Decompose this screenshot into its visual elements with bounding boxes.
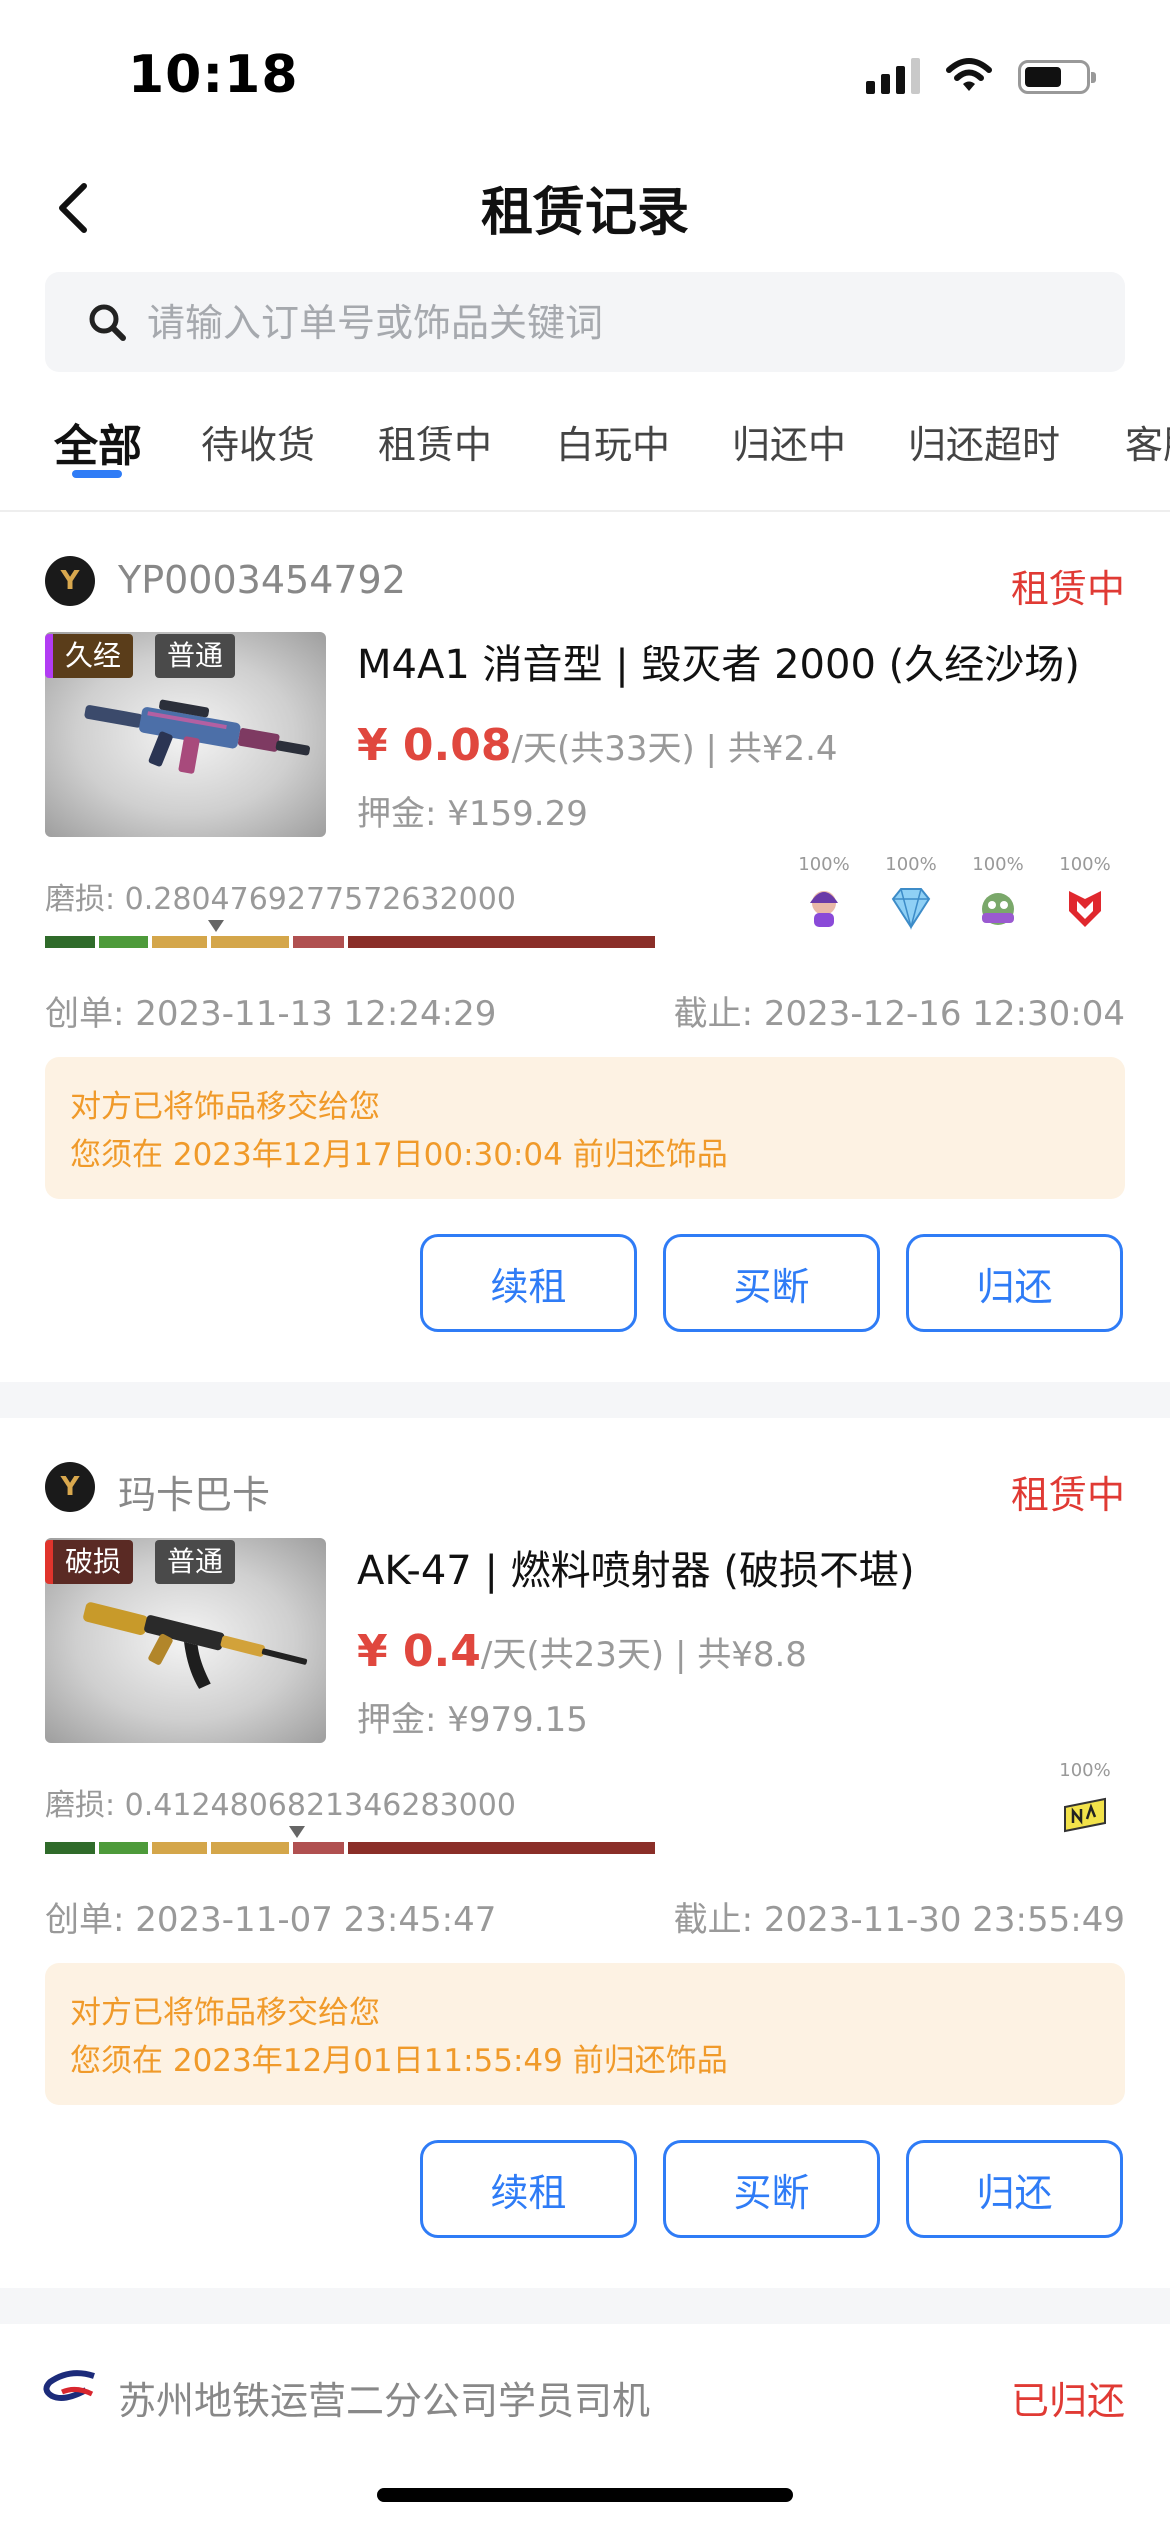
sticker-slot: 100% [876,854,946,935]
deposit: 押金: ¥159.29 [357,794,588,834]
status-icons [866,56,1096,94]
search-bar [45,272,1125,374]
renew-button[interactable]: 续租 [420,2140,637,2238]
order-status: 租赁中 [1010,567,1125,611]
item-title: M4A1 消音型 | 毁灭者 2000 (久经沙场) [357,642,1080,688]
deadline-time: 截止: 2023-12-16 12:30:04 [673,994,1125,1034]
shop-name: YP0003454792 [118,558,406,602]
order-status: 租赁中 [1010,1473,1125,1517]
tab-active-indicator [72,470,122,478]
sticker-slot: 100% [789,854,859,935]
sticker-percent: 100% [1059,854,1111,875]
order-status: 已归还 [1010,2379,1125,2423]
card-divider [0,1382,1170,1418]
wear-pointer [208,920,225,932]
rent-price: ¥ 0.08/天(共33天) | 共¥2.4 [357,720,838,771]
shop-logo-icon [43,2370,95,2401]
notice-line-1: 对方已将饰品移交给您 [70,1995,380,2031]
notice-line-1: 对方已将饰品移交给您 [70,1089,380,1125]
return-button[interactable]: 归还 [906,2140,1123,2238]
order-card: Y 玛卡巴卡 租赁中 破损 普通 AK-47 | 燃料喷射器 (破损不堪) ¥ … [0,1418,1170,2288]
shop-avatar: Y [45,556,95,606]
rent-price: ¥ 0.4/天(共23天) | 共¥8.8 [357,1626,807,1677]
tab-customer-service[interactable]: 客服 [1125,414,1170,469]
wifi-icon [946,58,992,91]
buyout-button[interactable]: 买断 [663,1234,880,1332]
item-thumbnail[interactable]: 久经 普通 [45,632,326,837]
mousesports-sticker-icon [1069,891,1101,927]
buyout-button[interactable]: 买断 [663,2140,880,2238]
daily-price: ¥ 0.4 [357,1626,481,1677]
sticker-percent: 100% [1059,1760,1111,1781]
tab-returning[interactable]: 归还中 [732,414,846,469]
renew-button[interactable]: 续租 [420,1234,637,1332]
sticker-percent: 100% [885,854,937,875]
ak47-rifle-icon [83,1602,308,1689]
sticker-slot: 100% [1050,1760,1120,1841]
tab-all[interactable]: 全部 [54,410,142,474]
tab-renting[interactable]: 租赁中 [378,414,492,469]
sticker-slot: 100% [963,854,1033,935]
order-dates: 创单: 2023-11-07 23:45:47 截止: 2023-11-30 2… [45,1892,1125,1941]
card-divider [0,2288,1170,2324]
return-notice: 对方已将饰品移交给您 您须在 2023年12月17日00:30:04 前归还饰品 [45,1057,1125,1199]
order-dates: 创单: 2023-11-13 12:24:29 截止: 2023-12-16 1… [45,986,1125,1035]
tab-free-play[interactable]: 白玩中 [556,414,670,469]
diamond-sticker-icon [891,888,931,930]
sticker-percent: 100% [972,854,1024,875]
cellular-signal-icon [866,56,920,94]
status-bar: 10:18 [0,0,1170,140]
created-time: 创单: 2023-11-13 12:24:29 [45,994,497,1034]
return-notice: 对方已将饰品移交给您 您须在 2023年12月01日11:55:49 前归还饰品 [45,1963,1125,2105]
tab-return-overdue[interactable]: 归还超时 [908,414,1060,469]
daily-price: ¥ 0.08 [357,720,512,771]
shop-name: 苏州地铁运营二分公司学员司机 [118,2379,651,2423]
price-details: /天(共33天) | 共¥2.4 [511,729,838,769]
filter-tabs: 全部 待收货 租赁中 白玩中 归还中 归还超时 客服 [0,400,1170,512]
tab-pending-receipt[interactable]: 待收货 [201,414,315,469]
shop-avatar: Y [45,1462,95,1512]
navi-sticker-icon [1064,1797,1106,1833]
item-thumbnail[interactable]: 破损 普通 [45,1538,326,1743]
deposit: 押金: ¥979.15 [357,1700,588,1740]
shop-name: 玛卡巴卡 [118,1473,271,1517]
deadline-time: 截止: 2023-11-30 23:55:49 [673,1900,1125,1940]
order-card: Y YP0003454792 租赁中 久经 普通 M4A1 消音型 | 毁灭者 … [0,512,1170,1382]
return-button[interactable]: 归还 [906,1234,1123,1332]
price-details: /天(共23天) | 共¥8.8 [480,1635,807,1675]
wear-bar [45,936,655,948]
monster-sticker-icon [982,893,1014,925]
created-time: 创单: 2023-11-07 23:45:47 [45,1900,497,1940]
wear-pointer [288,1826,305,1838]
notice-line-2: 您须在 2023年12月17日00:30:04 前归还饰品 [70,1137,728,1173]
nav-bar: 租赁记录 [0,140,1170,270]
sticker-slot: 100% [1050,854,1120,935]
wear-value: 磨损: 0.4124806821346283000 [45,1788,516,1823]
status-time: 10:18 [128,45,299,105]
home-indicator [377,2488,793,2502]
search-icon [89,304,126,341]
sticker-percent: 100% [798,854,850,875]
character-sticker-icon [810,891,838,927]
notice-line-2: 您须在 2023年12月01日11:55:49 前归还饰品 [70,2043,728,2079]
item-title: AK-47 | 燃料喷射器 (破损不堪) [357,1548,915,1594]
battery-icon [1018,60,1096,94]
wear-bar [45,1842,655,1854]
m4a1-rifle-icon [84,699,310,774]
wear-value: 磨损: 0.2804769277572632000 [45,882,516,917]
search-input[interactable] [145,272,1049,374]
page-title: 租赁记录 [480,183,689,243]
